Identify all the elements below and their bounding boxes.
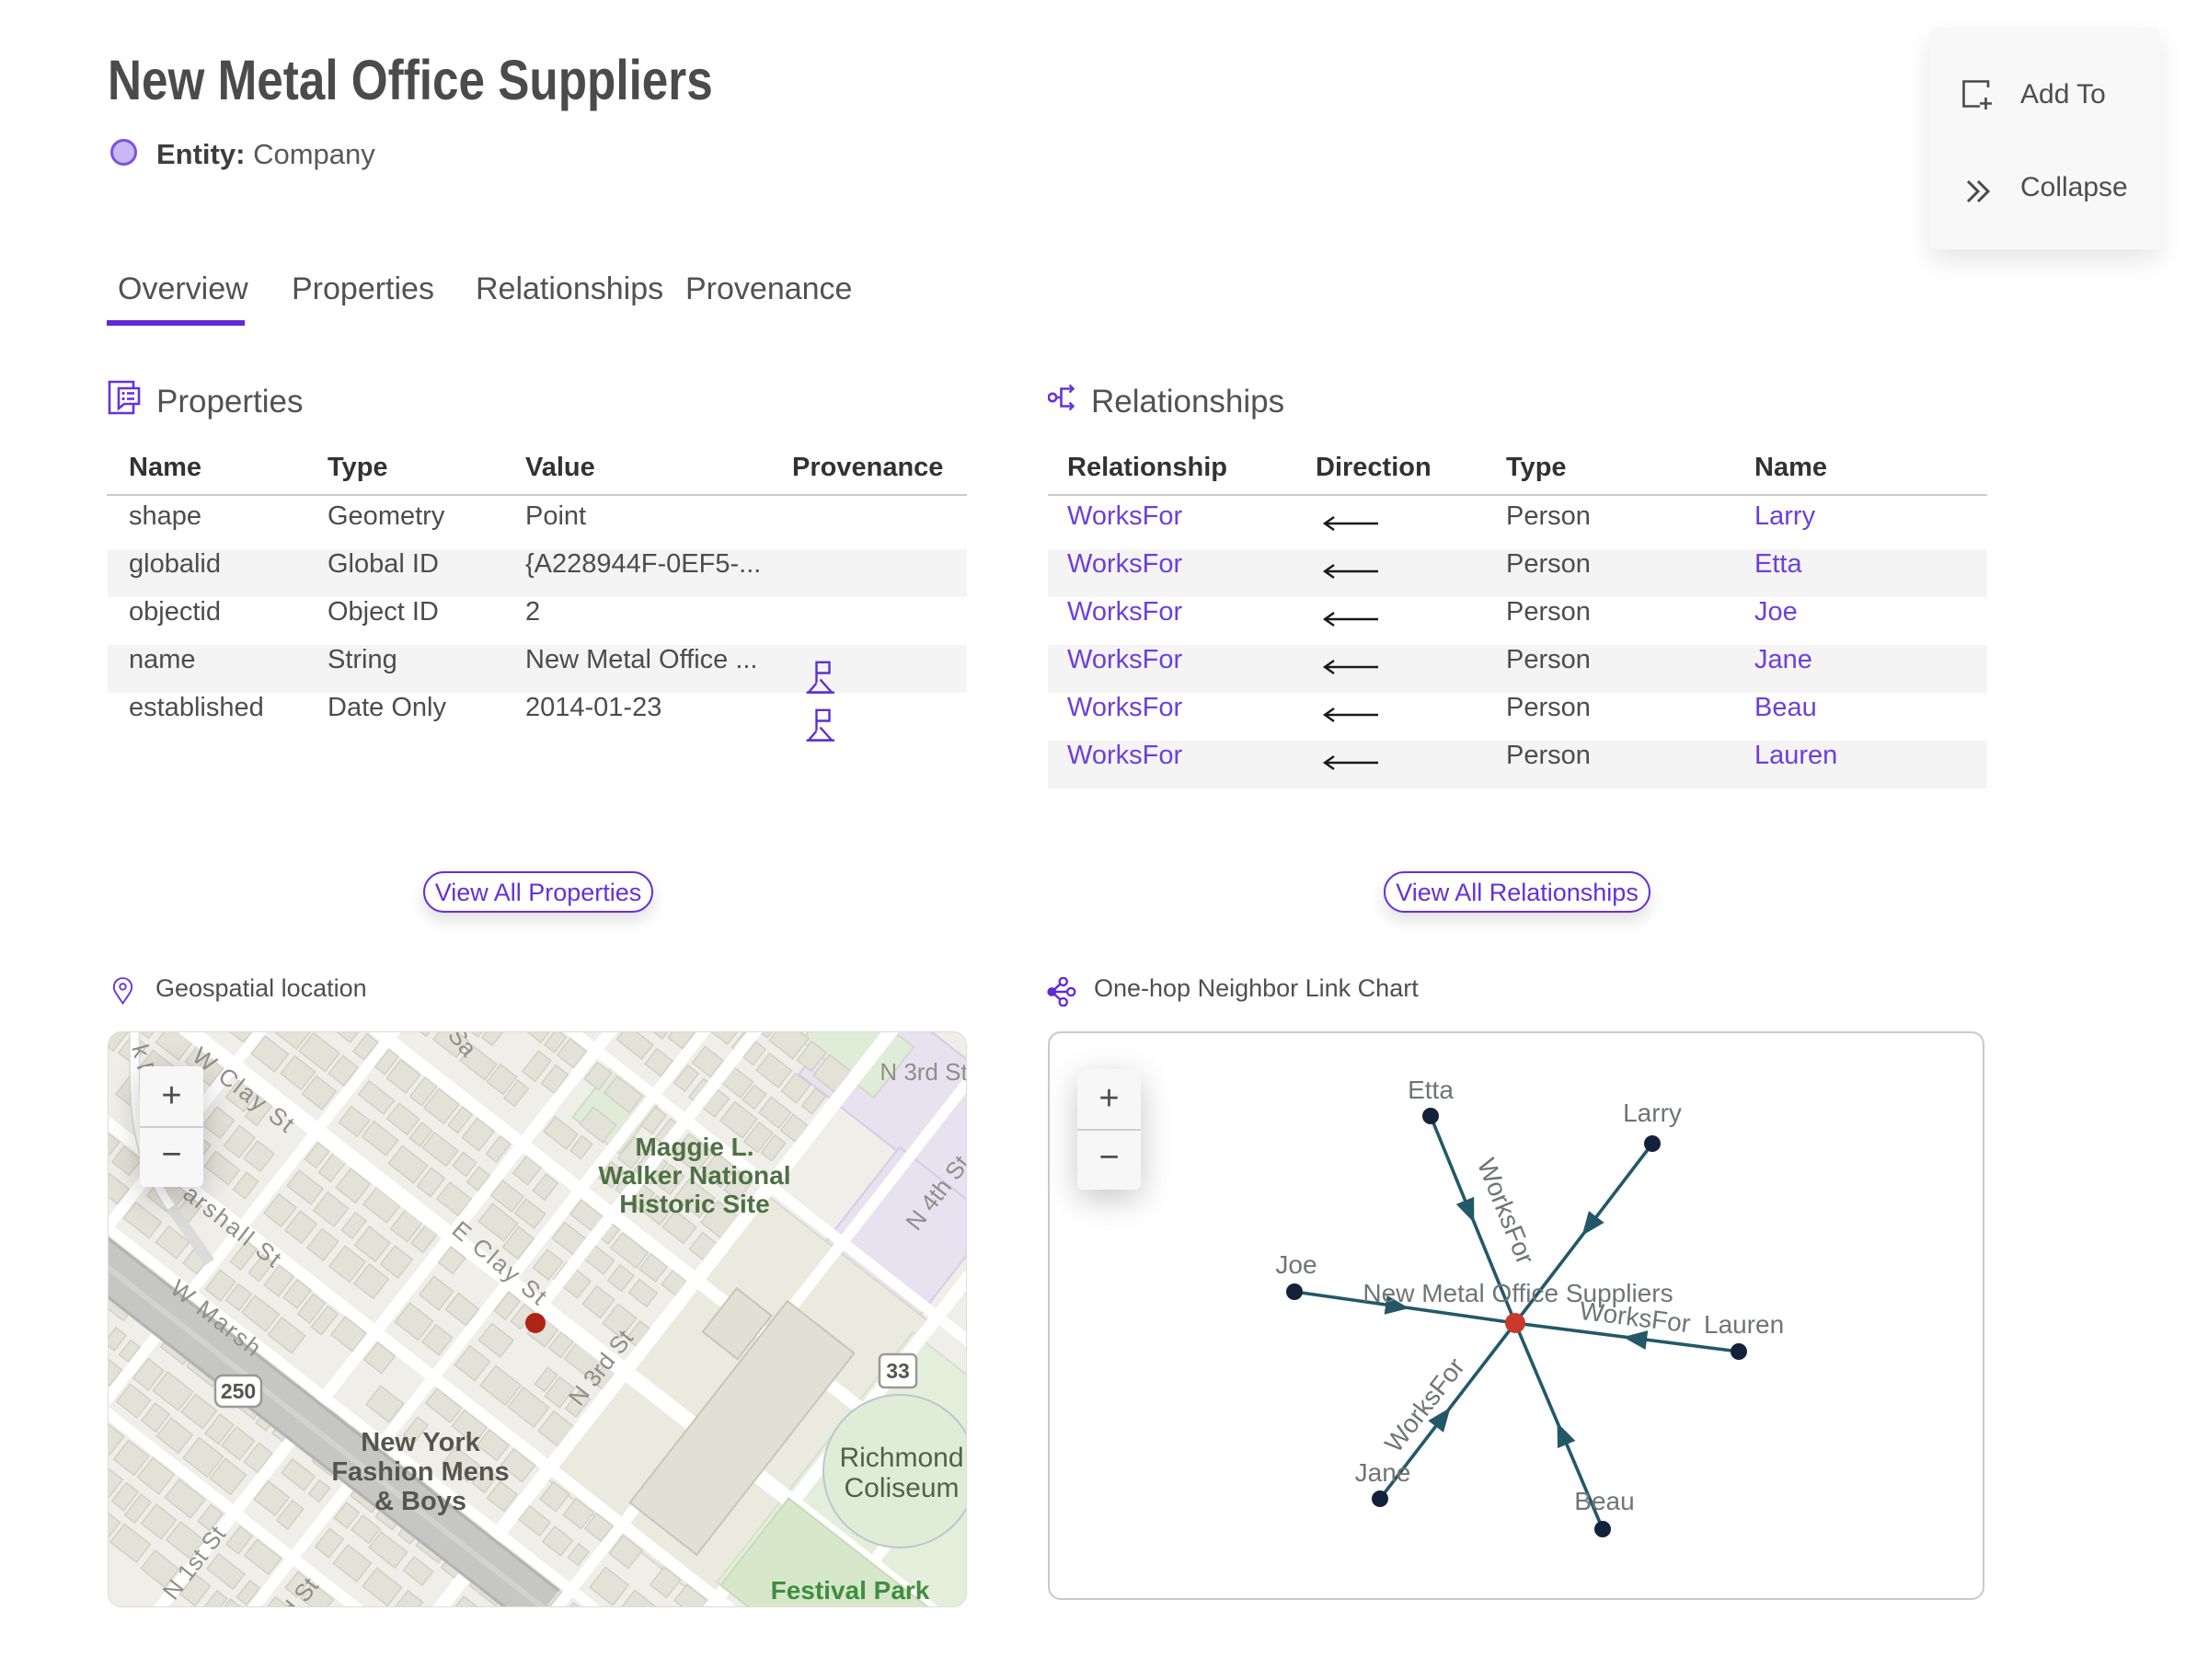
svg-text:Walker National: Walker National	[598, 1161, 790, 1190]
svg-text:WorksFor: WorksFor	[1472, 1155, 1540, 1269]
svg-text:Richmond: Richmond	[839, 1443, 963, 1473]
svg-text:Lauren: Lauren	[1704, 1310, 1784, 1339]
svg-text:Fashion Mens: Fashion Mens	[331, 1457, 509, 1487]
svg-text:& Boys: & Boys	[374, 1487, 466, 1516]
svg-text:Beau: Beau	[1574, 1487, 1634, 1515]
svg-text:Festival Park: Festival Park	[771, 1576, 930, 1605]
svg-text:Larry: Larry	[1623, 1099, 1682, 1127]
svg-text:Coliseum: Coliseum	[844, 1473, 959, 1503]
svg-text:250: 250	[221, 1379, 256, 1403]
svg-text:Joe: Joe	[1275, 1250, 1317, 1279]
svg-text:Maggie L.: Maggie L.	[635, 1133, 753, 1161]
svg-text:33: 33	[886, 1359, 910, 1383]
svg-text:Etta: Etta	[1408, 1076, 1454, 1104]
svg-text:N 3rd St: N 3rd St	[880, 1058, 966, 1086]
svg-text:Historic Site: Historic Site	[619, 1190, 769, 1218]
svg-text:Jane: Jane	[1355, 1458, 1411, 1487]
svg-text:New York: New York	[361, 1428, 480, 1457]
